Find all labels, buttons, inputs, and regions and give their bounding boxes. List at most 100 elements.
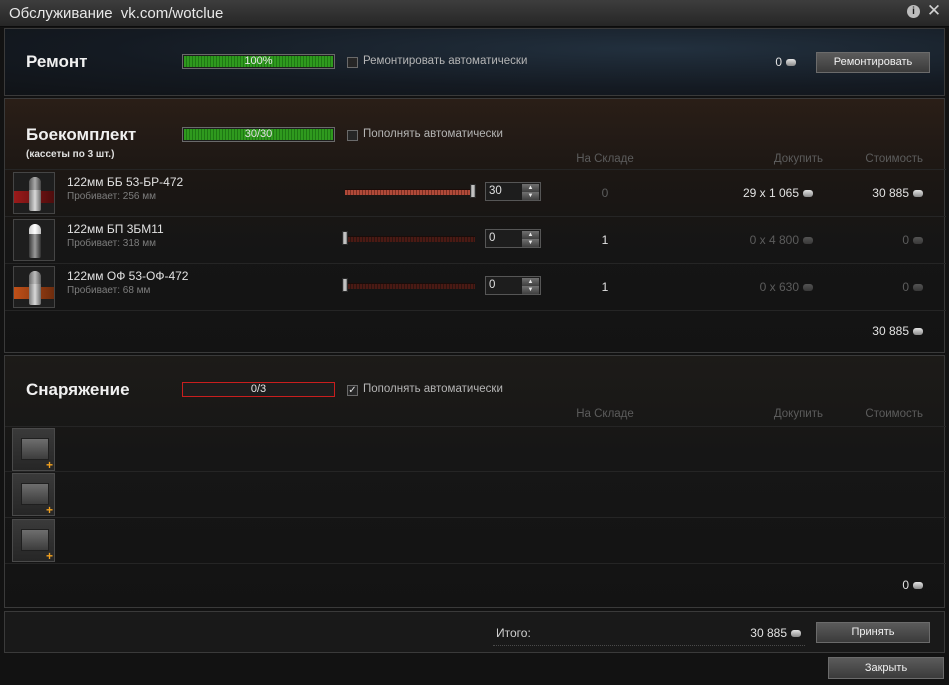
stepper-up-icon[interactable]: ▲: [522, 231, 539, 239]
credits-icon: [786, 59, 796, 67]
he-shell-icon: [13, 266, 55, 308]
ammo-cost-value: 0: [902, 280, 909, 294]
credits-icon: [913, 190, 923, 198]
window-title-text: Обслуживание: [9, 5, 113, 22]
info-icon[interactable]: i: [907, 5, 920, 18]
equipment-slot[interactable]: +: [12, 519, 55, 563]
close-icon[interactable]: ✕: [926, 2, 942, 20]
add-icon: +: [45, 549, 53, 563]
equipment-column-cost: Стоимость: [865, 408, 923, 420]
ammo-cost-value: 30 885: [872, 186, 909, 200]
repair-auto-checkbox[interactable]: [347, 57, 358, 68]
ammo-slider-track[interactable]: [345, 283, 475, 289]
ammo-stock: 1: [601, 280, 609, 294]
ammo-slider-thumb[interactable]: [342, 231, 348, 245]
ammo-penetration: Пробивает: 318 мм: [67, 238, 156, 249]
ammo-buy-value: 0 x 630: [759, 280, 799, 294]
ammo-quantity-value[interactable]: 30: [489, 185, 502, 197]
ammo-panel: Боекомплект (кассеты по 3 шт.) 30/30 Поп…: [4, 98, 946, 353]
row-divider: [5, 563, 946, 564]
row-divider: [5, 517, 946, 518]
total-value: 30 885: [693, 626, 801, 640]
equipment-auto-checkbox[interactable]: ✓: [347, 385, 358, 396]
stepper-up-icon[interactable]: ▲: [522, 184, 539, 192]
ammo-slider-track[interactable]: [345, 236, 475, 242]
ammo-slider-thumb[interactable]: [470, 184, 476, 198]
empty-equipment-slot-icon: [21, 438, 49, 460]
ammo-column-stock: На Складе: [576, 153, 634, 165]
ammo-column-cost: Стоимость: [865, 153, 923, 165]
ammo-cost-value: 0: [902, 233, 909, 247]
credits-icon: [803, 190, 813, 198]
ammo-subtotal: 30 885: [825, 324, 923, 338]
repair-button[interactable]: Ремонтировать: [816, 52, 930, 73]
equipment-slot[interactable]: +: [12, 473, 55, 517]
ammo-auto-checkbox[interactable]: [347, 130, 358, 141]
window-title: Обслуживание vk.com/wotclue: [9, 5, 223, 22]
ammo-column-buy: Докупить: [773, 153, 823, 165]
ammo-cost: 0: [825, 233, 923, 247]
ammo-name: 122мм ББ 53-БР-472: [67, 175, 184, 189]
repair-progress-label: 100%: [244, 55, 273, 67]
total-row: Итого: 30 885: [493, 624, 805, 646]
ammo-penetration: Пробивает: 68 мм: [67, 285, 151, 296]
ammo-quantity-stepper[interactable]: 0 ▲ ▼: [485, 229, 541, 248]
credits-icon: [913, 582, 923, 590]
total-label: Итого:: [496, 626, 531, 640]
total-value-text: 30 885: [750, 626, 787, 640]
credits-icon: [913, 237, 923, 245]
ammo-title: Боекомплект: [26, 125, 137, 144]
ammo-row: 122мм ОФ 53-ОФ-472 Пробивает: 68 мм 0 ▲ …: [5, 264, 946, 310]
ammo-name: 122мм ОФ 53-ОФ-472: [67, 269, 189, 283]
empty-equipment-slot-icon: [21, 483, 49, 505]
ammo-name: 122мм БП 3БМ11: [67, 222, 164, 236]
equipment-subtotal: 0: [825, 578, 923, 592]
ammo-auto-label: Пополнять автоматически: [363, 128, 503, 140]
ammo-subtitle: (кассеты по 3 шт.): [26, 149, 115, 160]
repair-panel: Ремонт 100% Ремонтировать автоматически …: [4, 28, 945, 96]
repair-cost-value: 0: [775, 55, 782, 69]
accept-button[interactable]: Принять: [816, 622, 930, 643]
equipment-progress-label: 0/3: [250, 383, 267, 395]
ammo-quantity-value[interactable]: 0: [489, 279, 495, 291]
ammo-buy-value: 0 x 4 800: [749, 233, 799, 247]
ammo-quantity-stepper[interactable]: 30 ▲ ▼: [485, 182, 541, 201]
ammo-stock: 0: [601, 186, 609, 200]
ammo-quantity-stepper[interactable]: 0 ▲ ▼: [485, 276, 541, 295]
ammo-row: 122мм ББ 53-БР-472 Пробивает: 256 мм 30 …: [5, 170, 946, 216]
repair-progress-bar: 100%: [182, 54, 335, 69]
credits-icon: [913, 328, 923, 336]
equipment-title: Снаряжение: [26, 380, 130, 399]
ammo-quantity-value[interactable]: 0: [489, 232, 495, 244]
equipment-subtotal-value: 0: [902, 578, 909, 592]
equipment-slot[interactable]: +: [12, 428, 55, 472]
row-divider: [5, 426, 946, 427]
ammo-subtotal-value: 30 885: [872, 324, 909, 338]
equipment-panel: Снаряжение 0/3 ✓ Пополнять автоматически…: [4, 355, 946, 608]
add-icon: +: [45, 458, 53, 472]
window-title-bar: Обслуживание vk.com/wotclue i ✕: [0, 0, 949, 27]
ammo-buy: 0 x 4 800: [705, 233, 813, 247]
equipment-column-buy: Докупить: [773, 408, 823, 420]
equipment-progress-bar: 0/3: [182, 382, 335, 397]
empty-equipment-slot-icon: [21, 529, 49, 551]
ammo-row: 122мм БП 3БМ11 Пробивает: 318 мм 0 ▲ ▼ 1…: [5, 217, 946, 263]
equipment-column-stock: На Складе: [576, 408, 634, 420]
close-button[interactable]: Закрыть: [828, 657, 944, 679]
credits-icon: [791, 630, 801, 638]
ammo-buy-value: 29 x 1 065: [742, 186, 799, 200]
stepper-down-icon[interactable]: ▼: [522, 239, 539, 247]
credits-icon: [803, 284, 813, 292]
stepper-down-icon[interactable]: ▼: [522, 286, 539, 294]
stepper-up-icon[interactable]: ▲: [522, 278, 539, 286]
equipment-auto-label: Пополнять автоматически: [363, 383, 503, 395]
apcr-shell-icon: [13, 219, 55, 261]
stepper-down-icon[interactable]: ▼: [522, 192, 539, 200]
ammo-progress-bar: 30/30: [182, 127, 335, 142]
ammo-slider-track[interactable]: [345, 189, 475, 195]
ammo-progress-label: 30/30: [244, 128, 273, 140]
repair-title: Ремонт: [26, 52, 88, 71]
window-subtitle-text: vk.com/wotclue: [120, 5, 224, 22]
footer-panel: Итого: 30 885 Принять: [4, 611, 945, 653]
ammo-slider-thumb[interactable]: [342, 278, 348, 292]
